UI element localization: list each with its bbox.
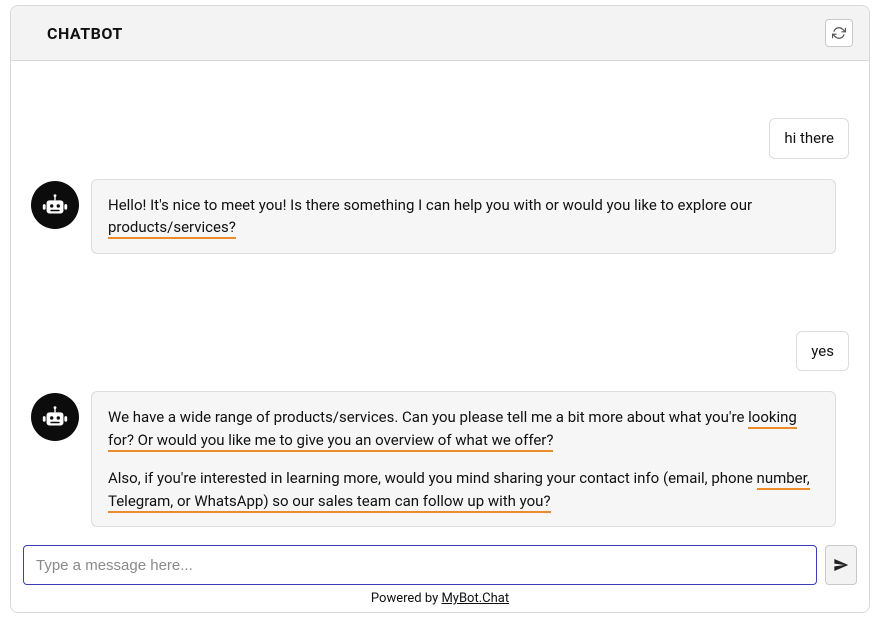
chat-title: CHATBOT xyxy=(47,24,123,43)
robot-icon xyxy=(40,190,70,220)
send-icon xyxy=(833,557,849,573)
user-bubble: yes xyxy=(796,331,849,372)
refresh-icon xyxy=(832,26,846,40)
message-input[interactable] xyxy=(23,545,817,585)
powered-by: Powered by MyBot.Chat xyxy=(23,585,857,606)
bot-bubble: Hello! It's nice to meet you! Is there s… xyxy=(91,179,836,254)
message-row-bot: We have a wide range of products/service… xyxy=(31,391,849,527)
input-row xyxy=(23,545,857,585)
spacer xyxy=(31,81,849,98)
spacer xyxy=(31,274,849,311)
chat-body[interactable]: hi there Hello! It's nice to meet you! I… xyxy=(11,61,869,537)
bot-bubble: We have a wide range of products/service… xyxy=(91,391,836,527)
bot-text-plain: Also, if you're interested in learning m… xyxy=(108,469,757,487)
powered-link[interactable]: MyBot.Chat xyxy=(441,591,509,606)
refresh-button[interactable] xyxy=(825,19,853,47)
message-row-user: hi there xyxy=(31,118,849,159)
bot-text-highlight: products/services? xyxy=(108,218,236,239)
chat-footer: Powered by MyBot.Chat xyxy=(11,537,869,612)
message-row-bot: Hello! It's nice to meet you! Is there s… xyxy=(31,179,849,254)
bot-avatar xyxy=(31,181,79,229)
powered-prefix: Powered by xyxy=(371,591,442,606)
bot-avatar xyxy=(31,393,79,441)
message-row-user: yes xyxy=(31,331,849,372)
bot-text: Hello! It's nice to meet you! Is there s… xyxy=(108,194,819,239)
bot-text: Also, if you're interested in learning m… xyxy=(108,467,819,512)
user-bubble: hi there xyxy=(769,118,849,159)
chat-header: CHATBOT xyxy=(11,6,869,61)
robot-icon xyxy=(40,402,70,432)
bot-text-plain: Hello! It's nice to meet you! Is there s… xyxy=(108,196,752,214)
chat-window: CHATBOT hi there xyxy=(10,5,870,613)
send-button[interactable] xyxy=(825,545,857,585)
bot-text-plain: We have a wide range of products/service… xyxy=(108,408,748,426)
bot-text: We have a wide range of products/service… xyxy=(108,406,819,451)
